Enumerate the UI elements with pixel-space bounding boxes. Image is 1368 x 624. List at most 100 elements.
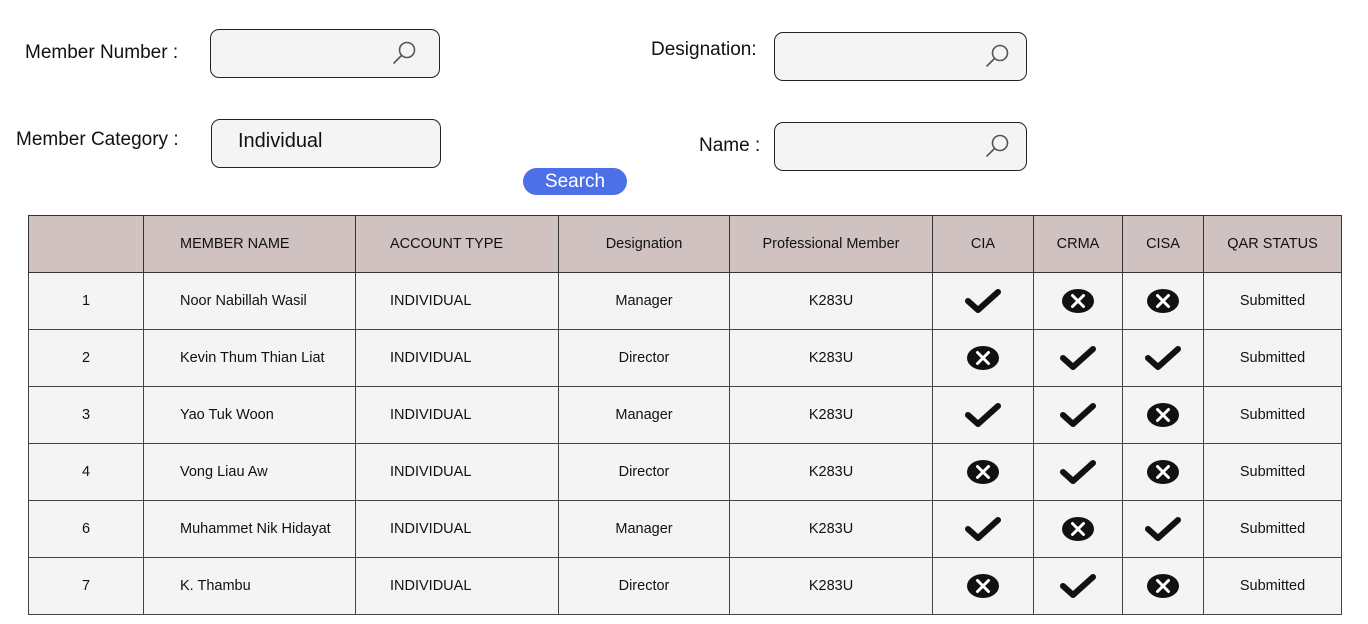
- cross-circle-icon: [965, 346, 1001, 370]
- members-table: MEMBER NAME ACCOUNT TYPE Designation Profes…: [28, 215, 1342, 615]
- professional-member-cell: K283U: [729, 500, 933, 558]
- row-number: 1: [28, 272, 144, 330]
- professional-member-cell: K283U: [729, 386, 933, 444]
- col-member-name-header: MEMBER NAME: [143, 215, 356, 273]
- cisa-status-cell: [1122, 443, 1204, 501]
- magnifier-icon[interactable]: [391, 40, 417, 66]
- qar-status-cell: Submitted: [1203, 386, 1342, 444]
- crma-status-cell: [1033, 557, 1123, 615]
- table-row[interactable]: 4 Vong Liau Aw INDIVIDUAL Director K283U Subm…: [28, 443, 1342, 501]
- cross-circle-icon: [965, 460, 1001, 484]
- col-qar-status-header: QAR STATUS: [1203, 215, 1342, 273]
- cia-status-cell: [932, 386, 1034, 444]
- cross-circle-icon: [1145, 289, 1181, 313]
- cisa-status-cell: [1122, 557, 1204, 615]
- account-type-cell: INDIVIDUAL: [355, 500, 559, 558]
- professional-member-cell: K283U: [729, 329, 933, 387]
- table-body: 1 Noor Nabillah Wasil INDIVIDUAL Manager K28…: [28, 272, 1342, 615]
- member-number-input[interactable]: [225, 30, 389, 79]
- row-number: 6: [28, 500, 144, 558]
- table-row[interactable]: 1 Noor Nabillah Wasil INDIVIDUAL Manager K28…: [28, 272, 1342, 330]
- row-number: 3: [28, 386, 144, 444]
- cisa-status-cell: [1122, 386, 1204, 444]
- member-category-select[interactable]: Individual: [211, 119, 441, 168]
- professional-member-cell: K283U: [729, 443, 933, 501]
- table-row[interactable]: 3 Yao Tuk Woon INDIVIDUAL Manager K283U Submi…: [28, 386, 1342, 444]
- designation-cell: Director: [558, 443, 730, 501]
- row-number: 4: [28, 443, 144, 501]
- check-icon: [1060, 574, 1096, 598]
- table-header-row: MEMBER NAME ACCOUNT TYPE Designation Profes…: [28, 215, 1342, 273]
- name-input[interactable]: [789, 123, 969, 172]
- designation-cell: Director: [558, 329, 730, 387]
- designation-cell: Manager: [558, 272, 730, 330]
- member-number-field[interactable]: [210, 29, 440, 79]
- col-crma-header: CRMA: [1033, 215, 1123, 273]
- professional-member-cell: K283U: [729, 272, 933, 330]
- check-icon: [1145, 346, 1181, 370]
- search-button[interactable]: Search: [523, 168, 627, 195]
- table-row[interactable]: 2 Kevin Thum Thian Liat INDIVIDUAL Director…: [28, 329, 1342, 387]
- account-type-cell: INDIVIDUAL: [355, 386, 559, 444]
- check-icon: [1060, 346, 1096, 370]
- member-name-cell: Muhammet Nik Hidayat: [143, 500, 356, 558]
- cross-circle-icon: [1060, 517, 1096, 541]
- designation-label: Designation:: [651, 39, 757, 60]
- row-number: 2: [28, 329, 144, 387]
- crma-status-cell: [1033, 500, 1123, 558]
- qar-status-cell: Submitted: [1203, 329, 1342, 387]
- member-number-label: Member Number :: [25, 42, 179, 63]
- designation-cell: Manager: [558, 386, 730, 444]
- account-type-cell: INDIVIDUAL: [355, 272, 559, 330]
- designation-cell: Manager: [558, 500, 730, 558]
- check-icon: [1145, 517, 1181, 541]
- check-icon: [1060, 403, 1096, 427]
- member-name-cell: K. Thambu: [143, 557, 356, 615]
- member-name-cell: Vong Liau Aw: [143, 443, 356, 501]
- check-icon: [1060, 460, 1096, 484]
- col-number-header: [28, 215, 144, 273]
- cross-circle-icon: [1060, 289, 1096, 313]
- account-type-cell: INDIVIDUAL: [355, 443, 559, 501]
- col-designation-header: Designation: [558, 215, 730, 273]
- check-icon: [965, 289, 1001, 313]
- name-label: Name :: [699, 135, 761, 156]
- cisa-status-cell: [1122, 272, 1204, 330]
- cia-status-cell: [932, 500, 1034, 558]
- qar-status-cell: Submitted: [1203, 443, 1342, 501]
- cisa-status-cell: [1122, 329, 1204, 387]
- table-row[interactable]: 6 Muhammet Nik Hidayat INDIVIDUAL Manager K2…: [28, 500, 1342, 558]
- row-number: 7: [28, 557, 144, 615]
- crma-status-cell: [1033, 386, 1123, 444]
- crma-status-cell: [1033, 443, 1123, 501]
- member-name-cell: Noor Nabillah Wasil: [143, 272, 356, 330]
- cia-status-cell: [932, 329, 1034, 387]
- professional-member-cell: K283U: [729, 557, 933, 615]
- cisa-status-cell: [1122, 500, 1204, 558]
- member-category-value: Individual: [238, 130, 323, 152]
- col-cia-header: CIA: [932, 215, 1034, 273]
- cia-status-cell: [932, 557, 1034, 615]
- qar-status-cell: Submitted: [1203, 272, 1342, 330]
- member-name-cell: Yao Tuk Woon: [143, 386, 356, 444]
- magnifier-icon[interactable]: [984, 133, 1010, 159]
- designation-field[interactable]: [774, 32, 1027, 82]
- check-icon: [965, 517, 1001, 541]
- member-name-cell: Kevin Thum Thian Liat: [143, 329, 356, 387]
- designation-input[interactable]: [789, 33, 969, 82]
- col-cisa-header: CISA: [1122, 215, 1204, 273]
- cia-status-cell: [932, 443, 1034, 501]
- cross-circle-icon: [1145, 574, 1181, 598]
- account-type-cell: INDIVIDUAL: [355, 557, 559, 615]
- member-category-label: Member Category :: [16, 129, 179, 150]
- col-professional-member-header: Professional Member: [729, 215, 933, 273]
- cia-status-cell: [932, 272, 1034, 330]
- crma-status-cell: [1033, 272, 1123, 330]
- cross-circle-icon: [1145, 403, 1181, 427]
- magnifier-icon[interactable]: [984, 43, 1010, 69]
- col-account-type-header: ACCOUNT TYPE: [355, 215, 559, 273]
- table-row[interactable]: 7 K. Thambu INDIVIDUAL Director K283U Submitt…: [28, 557, 1342, 615]
- check-icon: [965, 403, 1001, 427]
- name-field[interactable]: [774, 122, 1027, 172]
- qar-status-cell: Submitted: [1203, 500, 1342, 558]
